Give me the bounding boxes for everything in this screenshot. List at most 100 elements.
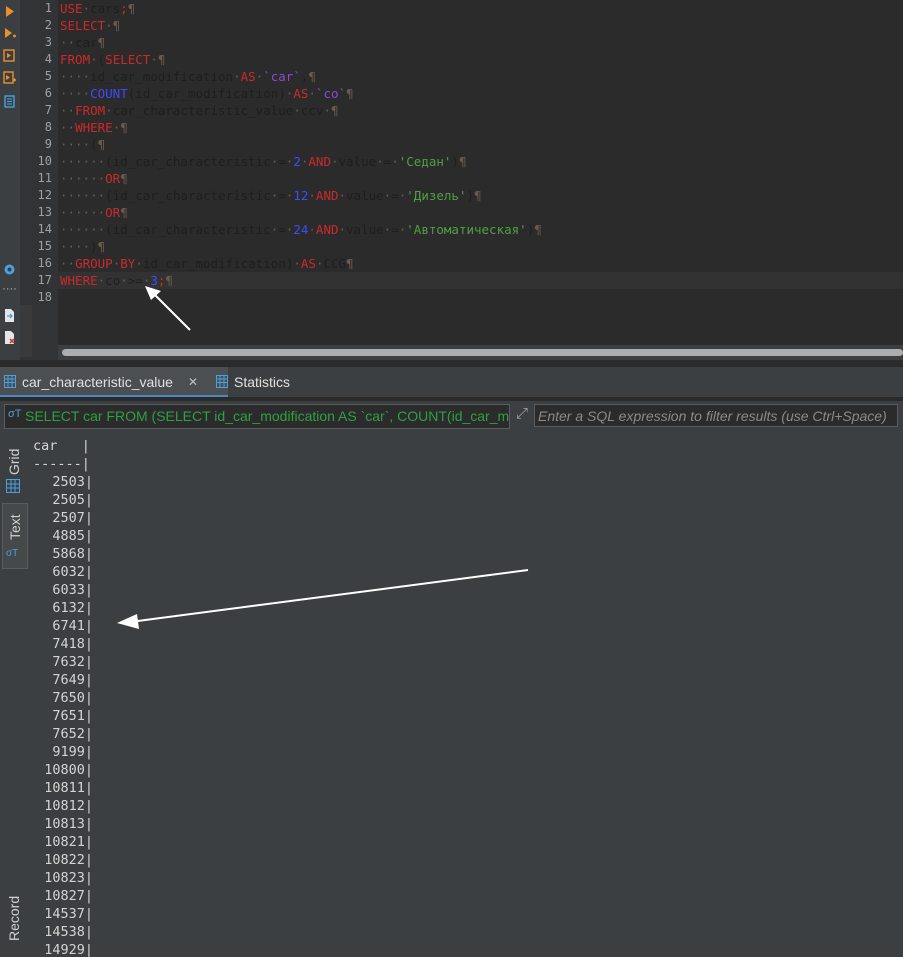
result-row[interactable]: 10811|	[33, 779, 93, 797]
code-token: ·¶	[150, 52, 166, 67]
view-mode-tabs: Grid Text σT Record	[0, 431, 28, 957]
line-number: 10	[37, 154, 52, 168]
code-line[interactable]: ····id_car_modification·AS·`car`,¶	[60, 68, 316, 85]
sql-editor[interactable]: USE·cars;¶ SELECT·¶ ··car¶ FROM·(SELECT·¶ ··…	[58, 0, 903, 345]
result-row[interactable]: 7649|	[33, 671, 93, 689]
code-line[interactable]: ······OR¶	[60, 170, 128, 187]
result-tab-bar: car_characteristic_value ✕ Statistics	[0, 366, 903, 398]
code-line[interactable]: ····COUNT(id_car_modification)·AS·`co`¶	[60, 85, 354, 102]
export-icon[interactable]	[2, 308, 17, 323]
code-token: ·¶	[112, 120, 128, 135]
close-file-icon[interactable]	[2, 330, 17, 345]
result-row[interactable]: 4885|	[33, 527, 93, 545]
code-line[interactable]: ······(id_car_characteristic·=·2·AND·val…	[60, 153, 466, 170]
result-row[interactable]: 2503|	[33, 473, 93, 491]
result-row[interactable]: 14537|	[33, 905, 93, 923]
grid-tab-label: Grid	[6, 448, 22, 475]
code-line[interactable]: SELECT·¶	[60, 17, 120, 34]
code-line[interactable]: ··FROM·car_characteristic_value·ccv·¶	[60, 102, 339, 119]
code-token: ·	[82, 1, 91, 16]
gutter-strip	[20, 305, 32, 357]
result-row[interactable]: 6741|	[33, 617, 93, 635]
result-row[interactable]: 14538|	[33, 923, 93, 941]
execute-new-tab-icon[interactable]	[2, 26, 17, 41]
tab-grid[interactable]: Grid	[2, 439, 26, 499]
explain-plan-icon[interactable]	[2, 94, 17, 109]
scrollbar-thumb[interactable]	[62, 349, 903, 356]
code-token: ·	[135, 256, 143, 271]
code-token: ····	[60, 86, 91, 101]
tab-statistics[interactable]: Statistics	[212, 367, 290, 397]
code-line[interactable]: ··GROUP·BY·id_car_modification)·AS·CCG¶	[60, 255, 354, 272]
result-row[interactable]: 10827|	[33, 887, 93, 905]
line-number: 9	[44, 137, 52, 151]
tab-text[interactable]: Text σT	[2, 503, 28, 569]
editor-horizontal-scrollbar[interactable]	[58, 345, 903, 360]
result-row[interactable]: 7651|	[33, 707, 93, 725]
code-line[interactable]: WHERE·co·>=·3;¶	[58, 272, 903, 289]
more-icon[interactable]: ····	[2, 282, 17, 297]
code-token: 3	[150, 273, 158, 288]
code-token: ·	[338, 222, 347, 237]
code-line[interactable]: ··car¶	[60, 34, 105, 51]
result-row[interactable]: 7632|	[33, 653, 93, 671]
close-tab-icon[interactable]: ✕	[188, 367, 198, 397]
result-row[interactable]: 7652|	[33, 725, 93, 743]
result-row[interactable]: 10821|	[33, 833, 93, 851]
result-row[interactable]: 9199|	[33, 743, 93, 761]
code-line[interactable]: ······(id_car_characteristic·=·12·AND·va…	[60, 187, 482, 204]
code-line[interactable]: ······(id_car_characteristic·=·24·AND·va…	[60, 221, 542, 238]
result-row[interactable]: 10823|	[33, 869, 93, 887]
result-row[interactable]: 7418|	[33, 635, 93, 653]
result-row[interactable]: 6032|	[33, 563, 93, 581]
code-line[interactable]: ··WHERE·¶	[60, 119, 128, 136]
code-token: ¶	[534, 222, 542, 237]
line-number: 4	[44, 52, 52, 66]
code-token: COUNT	[90, 86, 128, 101]
result-row[interactable]: 14929|	[33, 941, 93, 957]
code-token: co	[105, 273, 121, 288]
code-token: ¶	[346, 86, 354, 101]
query-text-field[interactable]: σT SELECT car FROM (SELECT id_car_modifi…	[4, 404, 510, 429]
code-line[interactable]: USE·cars;¶	[60, 0, 135, 17]
line-number: 12	[37, 188, 52, 202]
tab-record[interactable]: Record	[2, 891, 26, 957]
code-token: (id_car_characteristic	[105, 188, 271, 203]
code-token: ····	[60, 239, 91, 254]
code-token: )	[466, 188, 475, 203]
tab-car-characteristic-value[interactable]: car_characteristic_value ✕	[0, 367, 228, 397]
code-token: ·	[308, 222, 316, 237]
result-row[interactable]: 6033|	[33, 581, 93, 599]
code-token: value	[346, 188, 384, 203]
settings-icon[interactable]	[2, 262, 17, 277]
result-row[interactable]: 7650|	[33, 689, 93, 707]
expand-icon[interactable]: ⤢	[512, 405, 532, 425]
result-row[interactable]: 6132|	[33, 599, 93, 617]
code-line[interactable]: ······OR¶	[60, 204, 128, 221]
table-icon	[4, 375, 16, 388]
code-token: ·	[233, 69, 241, 84]
result-row[interactable]: 2505|	[33, 491, 93, 509]
result-row[interactable]: 10800|	[33, 761, 93, 779]
code-token: GROUP	[75, 256, 113, 271]
code-token: ¶	[97, 35, 106, 50]
filter-input[interactable]: Enter a SQL expression to filter results…	[534, 404, 898, 427]
execute-script-new-tab-icon[interactable]	[2, 70, 17, 85]
result-row[interactable]: 2507|	[33, 509, 93, 527]
code-token: ·	[376, 154, 384, 169]
result-row[interactable]: 10812|	[33, 797, 93, 815]
code-token: AND	[308, 154, 331, 169]
code-token: ······	[60, 171, 106, 186]
execute-script-icon[interactable]	[2, 48, 17, 63]
code-line[interactable]: FROM·(SELECT·¶	[60, 51, 165, 68]
code-token: )	[90, 239, 98, 254]
code-line[interactable]: ····)¶	[60, 238, 105, 255]
code-line[interactable]: ····(¶	[60, 136, 105, 153]
result-text-view[interactable]: car | ------| 2503| 2505| 2507| 4885| 5868| 6…	[28, 431, 903, 957]
line-number: 15	[37, 239, 52, 253]
execute-statement-icon[interactable]	[2, 4, 17, 19]
result-row[interactable]: 10813|	[33, 815, 93, 833]
result-row[interactable]: 10822|	[33, 851, 93, 869]
result-row[interactable]: 5868|	[33, 545, 93, 563]
code-token: 24	[293, 222, 309, 237]
